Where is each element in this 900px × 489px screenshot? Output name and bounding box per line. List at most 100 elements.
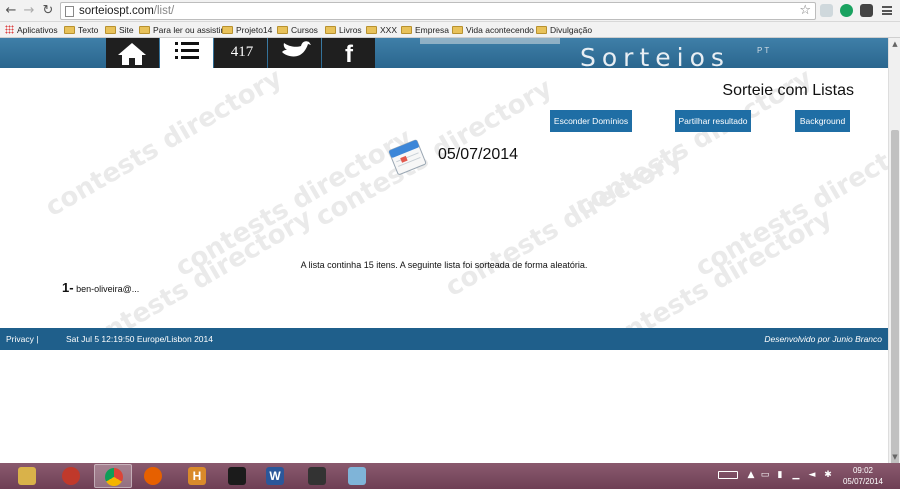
scroll-down-arrow-icon[interactable]: ▼ [891,453,899,461]
h-app-icon: H [188,467,206,485]
bookmark-folder[interactable]: XXX [366,23,397,37]
folder-icon [222,26,233,34]
header-decoration [420,38,560,44]
alien-icon [308,467,326,485]
bookmark-label: Livros [339,25,362,35]
pocket-icon[interactable] [860,4,873,17]
windows-taskbar: H W ▲ ▭ ▮ ▁ ◄ ✱ 09:02 05/07/2014 [0,463,900,489]
share-result-button[interactable]: Partilhar resultado [675,110,751,132]
hide-domains-button[interactable]: Esconder Domínios [550,110,632,132]
folder-icon [139,26,150,34]
bookmark-apps[interactable]: Aplicativos [5,23,58,37]
bookmark-label: Aplicativos [17,25,58,35]
tray-arrow-icon[interactable]: ▲ [746,470,756,480]
numbers-icon-text: 417 [231,44,254,60]
bookmark-label: Cursos [291,25,318,35]
site-footer: Privacy | Sat Jul 5 12:19:50 Europe/Lisb… [0,328,888,350]
reload-icon[interactable]: ↻ [41,3,55,19]
bookmark-label: Para ler ou assistir [153,25,224,35]
brand-suffix: PT [757,46,772,55]
network-icon[interactable]: ▮ [775,470,785,480]
bookmarks-bar: Aplicativos Texto Site Para ler ou assis… [0,22,900,38]
brand-logo: Sorteios [580,43,730,68]
nav-facebook[interactable]: f [322,38,375,68]
home-icon [118,43,146,65]
taskbar-notes[interactable] [338,464,376,488]
folder-icon [452,26,463,34]
background-button[interactable]: Background [795,110,850,132]
taskbar-chrome[interactable] [94,464,132,488]
taskbar-history-app[interactable]: H [178,464,216,488]
chrome-menu-icon[interactable] [882,6,892,15]
bookmark-label: Divulgação [550,25,593,35]
watermark: contests directory [310,73,558,233]
bookmark-folder[interactable]: Livros [325,23,362,37]
bookmark-folder[interactable]: Site [105,23,134,37]
nav-list[interactable] [160,38,213,68]
calendar-icon [388,139,427,175]
main-content: contests directory contests directory co… [0,68,888,328]
result-value: ben-oliveira@... [76,284,140,294]
watermark: contests directory [40,68,288,223]
page-icon [65,6,74,17]
bookmark-folder[interactable]: Para ler ou assistir [139,23,223,37]
clock-date: 05/07/2014 [842,477,884,486]
bookmark-star-icon[interactable]: ☆ [799,3,811,19]
folder-icon [536,26,547,34]
facebook-icon-letter: f [345,41,354,68]
taskbar-app-alien[interactable] [298,464,336,488]
draw-summary: A lista continha 15 itens. A seguinte li… [300,260,588,270]
taskbar-firefox[interactable] [134,464,172,488]
bookmark-label: Projeto14 [236,25,273,35]
bookmark-label: Vida acontecendo [466,25,534,35]
extension-green-icon[interactable] [840,4,853,17]
taskbar-word[interactable]: W [256,464,294,488]
bookmark-folder[interactable]: Projeto14 [222,23,272,37]
numbers-icon: 417 [231,44,254,60]
clock-time: 09:02 [852,466,874,475]
twitter-bird-icon [282,41,311,57]
site-header: 417 f Sorteios PT [0,38,888,68]
battery-icon[interactable]: ▭ [760,470,770,480]
signal-icon[interactable]: ▁ [791,470,801,480]
folder-icon [277,26,288,34]
scroll-thumb[interactable] [891,130,899,485]
folder-icon [18,467,36,485]
developer-credit: Desenvolvido por Junio Branco [764,334,882,344]
bookmark-folder[interactable]: Empresa [401,23,449,37]
nav-numbers[interactable]: 417 [214,38,267,68]
folder-icon [105,26,116,34]
bookmark-folder[interactable]: Cursos [277,23,318,37]
list-icon [175,42,199,59]
scroll-up-arrow-icon[interactable]: ▲ [891,40,899,48]
result-number: 1- [62,280,74,295]
bookmark-label: Empresa [415,25,450,35]
extension-icon[interactable] [820,4,833,17]
forward-arrow-icon[interactable]: → [22,3,36,19]
bookmark-label: Site [119,25,134,35]
system-clock[interactable]: 09:02 05/07/2014 [838,465,888,487]
nav-home[interactable] [106,38,159,68]
vertical-scrollbar[interactable]: ▲ ▼ [888,38,900,485]
bookmark-folder[interactable]: Divulgação [536,23,592,37]
address-bar[interactable]: sorteiospt.com/list/ ☆ [60,2,816,20]
keyboard-icon[interactable] [718,471,738,479]
taskbar-kindle[interactable] [218,464,256,488]
taskbar-ccleaner[interactable] [52,464,90,488]
url-path: /list/ [153,5,175,17]
word-icon: W [266,467,284,485]
address-url[interactable]: sorteiospt.com/list/ [79,4,174,19]
draw-date: 05/07/2014 [438,146,519,163]
volume-icon[interactable]: ◄ [807,470,817,480]
nav-twitter[interactable] [268,38,321,68]
bluetooth-icon[interactable]: ✱ [823,470,833,480]
folder-icon [64,26,75,34]
privacy-link[interactable]: Privacy | [6,328,38,350]
kindle-icon [228,467,246,485]
result-item: 1- ben-oliveira@... [62,280,139,295]
bookmark-folder[interactable]: Texto [64,23,98,37]
bookmark-label: Texto [78,25,99,35]
taskbar-file-explorer[interactable] [8,464,46,488]
bookmark-folder[interactable]: Vida acontecendo [452,23,534,37]
back-arrow-icon[interactable]: ← [4,3,18,19]
